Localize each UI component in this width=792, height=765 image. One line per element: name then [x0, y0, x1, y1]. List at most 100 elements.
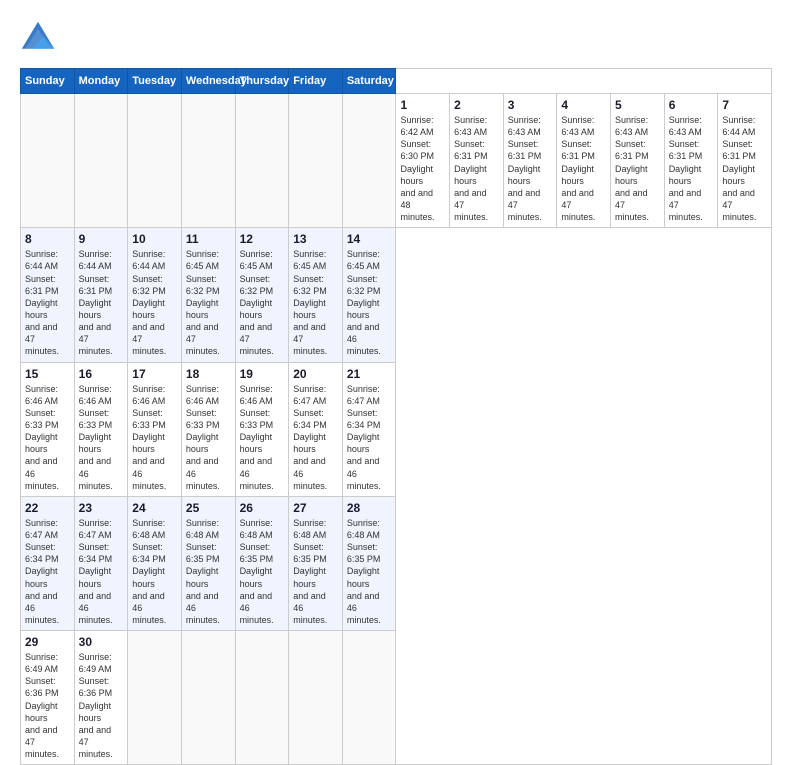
table-row: 7Sunrise: 6:44 AMSunset: 6:31 PMDaylight… — [718, 94, 772, 228]
day-number: 7 — [722, 98, 767, 112]
col-wednesday: Wednesday — [181, 69, 235, 94]
day-number: 30 — [79, 635, 124, 649]
col-friday: Friday — [289, 69, 343, 94]
day-number: 11 — [186, 232, 231, 246]
table-row — [128, 631, 182, 765]
col-monday: Monday — [74, 69, 128, 94]
table-row: 29 Sunrise: 6:49 AMSunset: 6:36 PMDayligh… — [21, 631, 75, 765]
table-row: 23Sunrise: 6:47 AMSunset: 6:34 PMDayligh… — [74, 496, 128, 630]
day-info: Sunrise: 6:46 AMSunset: 6:33 PMDaylight … — [25, 383, 70, 492]
table-row: 5 Sunrise: 6:43 AMSunset: 6:31 PMDaylight… — [611, 94, 665, 228]
day-info: Sunrise: 6:42 AMSunset: 6:30 PMDaylight … — [400, 114, 445, 223]
day-number: 13 — [293, 232, 338, 246]
day-info: Sunrise: 6:45 AMSunset: 6:32 PMDaylight … — [186, 248, 231, 357]
day-number: 26 — [240, 501, 285, 515]
table-row: 10Sunrise: 6:44 AMSunset: 6:32 PMDayligh… — [128, 228, 182, 362]
day-number: 15 — [25, 367, 70, 381]
day-number: 1 — [400, 98, 445, 112]
table-row: 25 Sunrise: 6:48 AMSunset: 6:35 PMDayligh… — [181, 496, 235, 630]
day-info: Sunrise: 6:47 AMSunset: 6:34 PMDaylight … — [25, 517, 70, 626]
table-row: 13 Sunrise: 6:45 AMSunset: 6:32 PMDayligh… — [289, 228, 343, 362]
calendar-week-row: 8Sunrise: 6:44 AMSunset: 6:31 PMDaylight… — [21, 228, 772, 362]
day-number: 3 — [508, 98, 553, 112]
calendar-week-row: 22 Sunrise: 6:47 AMSunset: 6:34 PMDayligh… — [21, 496, 772, 630]
day-number: 5 — [615, 98, 660, 112]
day-info: Sunrise: 6:43 AMSunset: 6:31 PMDaylight … — [561, 114, 606, 223]
table-row: 14 Sunrise: 6:45 AMSunset: 6:32 PMDayligh… — [342, 228, 396, 362]
day-number: 18 — [186, 367, 231, 381]
table-row: 3 Sunrise: 6:43 AMSunset: 6:31 PMDaylight… — [503, 94, 557, 228]
day-info: Sunrise: 6:43 AMSunset: 6:31 PMDaylight … — [508, 114, 553, 223]
day-info: Sunrise: 6:43 AMSunset: 6:31 PMDaylight … — [615, 114, 660, 223]
col-tuesday: Tuesday — [128, 69, 182, 94]
table-row: 11 Sunrise: 6:45 AMSunset: 6:32 PMDayligh… — [181, 228, 235, 362]
table-row: 18 Sunrise: 6:46 AMSunset: 6:33 PMDayligh… — [181, 362, 235, 496]
table-row: 30 Sunrise: 6:49 AMSunset: 6:36 PMDayligh… — [74, 631, 128, 765]
table-row: 15 Sunrise: 6:46 AMSunset: 6:33 PMDayligh… — [21, 362, 75, 496]
table-row: 12Sunrise: 6:45 AMSunset: 6:32 PMDayligh… — [235, 228, 289, 362]
day-info: Sunrise: 6:47 AMSunset: 6:34 PMDaylight … — [79, 517, 124, 626]
table-row — [342, 631, 396, 765]
logo — [20, 20, 62, 56]
day-number: 20 — [293, 367, 338, 381]
day-info: Sunrise: 6:43 AMSunset: 6:31 PMDaylight … — [454, 114, 499, 223]
day-info: Sunrise: 6:46 AMSunset: 6:33 PMDaylight … — [186, 383, 231, 492]
table-row — [21, 94, 75, 228]
table-row: 8Sunrise: 6:44 AMSunset: 6:31 PMDaylight… — [21, 228, 75, 362]
table-row: 21Sunrise: 6:47 AMSunset: 6:34 PMDayligh… — [342, 362, 396, 496]
calendar-table: Sunday Monday Tuesday Wednesday Thursday… — [20, 68, 772, 765]
calendar-header-row: Sunday Monday Tuesday Wednesday Thursday… — [21, 69, 772, 94]
day-info: Sunrise: 6:49 AMSunset: 6:36 PMDaylight … — [25, 651, 70, 760]
table-row — [289, 94, 343, 228]
table-row: 4 Sunrise: 6:43 AMSunset: 6:31 PMDaylight… — [557, 94, 611, 228]
calendar-week-row: 29 Sunrise: 6:49 AMSunset: 6:36 PMDayligh… — [21, 631, 772, 765]
table-row — [342, 94, 396, 228]
day-number: 21 — [347, 367, 392, 381]
day-info: Sunrise: 6:44 AMSunset: 6:31 PMDaylight … — [25, 248, 70, 357]
col-sunday: Sunday — [21, 69, 75, 94]
day-number: 27 — [293, 501, 338, 515]
table-row: 1 Sunrise: 6:42 AMSunset: 6:30 PMDaylight… — [396, 94, 450, 228]
day-number: 16 — [79, 367, 124, 381]
table-row: 28Sunrise: 6:48 AMSunset: 6:35 PMDayligh… — [342, 496, 396, 630]
day-number: 22 — [25, 501, 70, 515]
day-info: Sunrise: 6:48 AMSunset: 6:35 PMDaylight … — [186, 517, 231, 626]
day-info: Sunrise: 6:44 AMSunset: 6:31 PMDaylight … — [79, 248, 124, 357]
table-row: 9 Sunrise: 6:44 AMSunset: 6:31 PMDaylight… — [74, 228, 128, 362]
day-number: 14 — [347, 232, 392, 246]
day-info: Sunrise: 6:45 AMSunset: 6:32 PMDaylight … — [240, 248, 285, 357]
day-number: 29 — [25, 635, 70, 649]
day-info: Sunrise: 6:45 AMSunset: 6:32 PMDaylight … — [293, 248, 338, 357]
table-row: 6Sunrise: 6:43 AMSunset: 6:31 PMDaylight… — [664, 94, 718, 228]
calendar-week-row: 15 Sunrise: 6:46 AMSunset: 6:33 PMDayligh… — [21, 362, 772, 496]
day-info: Sunrise: 6:47 AMSunset: 6:34 PMDaylight … — [293, 383, 338, 492]
calendar-week-row: 1 Sunrise: 6:42 AMSunset: 6:30 PMDaylight… — [21, 94, 772, 228]
day-number: 25 — [186, 501, 231, 515]
day-info: Sunrise: 6:46 AMSunset: 6:33 PMDaylight … — [240, 383, 285, 492]
table-row — [289, 631, 343, 765]
table-row — [128, 94, 182, 228]
table-row: 22 Sunrise: 6:47 AMSunset: 6:34 PMDayligh… — [21, 496, 75, 630]
day-info: Sunrise: 6:49 AMSunset: 6:36 PMDaylight … — [79, 651, 124, 760]
table-row — [235, 631, 289, 765]
table-row — [74, 94, 128, 228]
day-number: 9 — [79, 232, 124, 246]
logo-icon — [20, 20, 56, 56]
day-info: Sunrise: 6:45 AMSunset: 6:32 PMDaylight … — [347, 248, 392, 357]
table-row: 27Sunrise: 6:48 AMSunset: 6:35 PMDayligh… — [289, 496, 343, 630]
day-number: 24 — [132, 501, 177, 515]
day-number: 10 — [132, 232, 177, 246]
day-info: Sunrise: 6:43 AMSunset: 6:31 PMDaylight … — [669, 114, 714, 223]
col-thursday: Thursday — [235, 69, 289, 94]
table-row — [235, 94, 289, 228]
table-row — [181, 631, 235, 765]
header — [20, 20, 772, 56]
col-saturday: Saturday — [342, 69, 396, 94]
table-row: 19Sunrise: 6:46 AMSunset: 6:33 PMDayligh… — [235, 362, 289, 496]
day-info: Sunrise: 6:48 AMSunset: 6:35 PMDaylight … — [240, 517, 285, 626]
day-number: 17 — [132, 367, 177, 381]
day-number: 4 — [561, 98, 606, 112]
table-row: 20 Sunrise: 6:47 AMSunset: 6:34 PMDayligh… — [289, 362, 343, 496]
table-row: 24Sunrise: 6:48 AMSunset: 6:34 PMDayligh… — [128, 496, 182, 630]
page: Sunday Monday Tuesday Wednesday Thursday… — [0, 0, 792, 612]
